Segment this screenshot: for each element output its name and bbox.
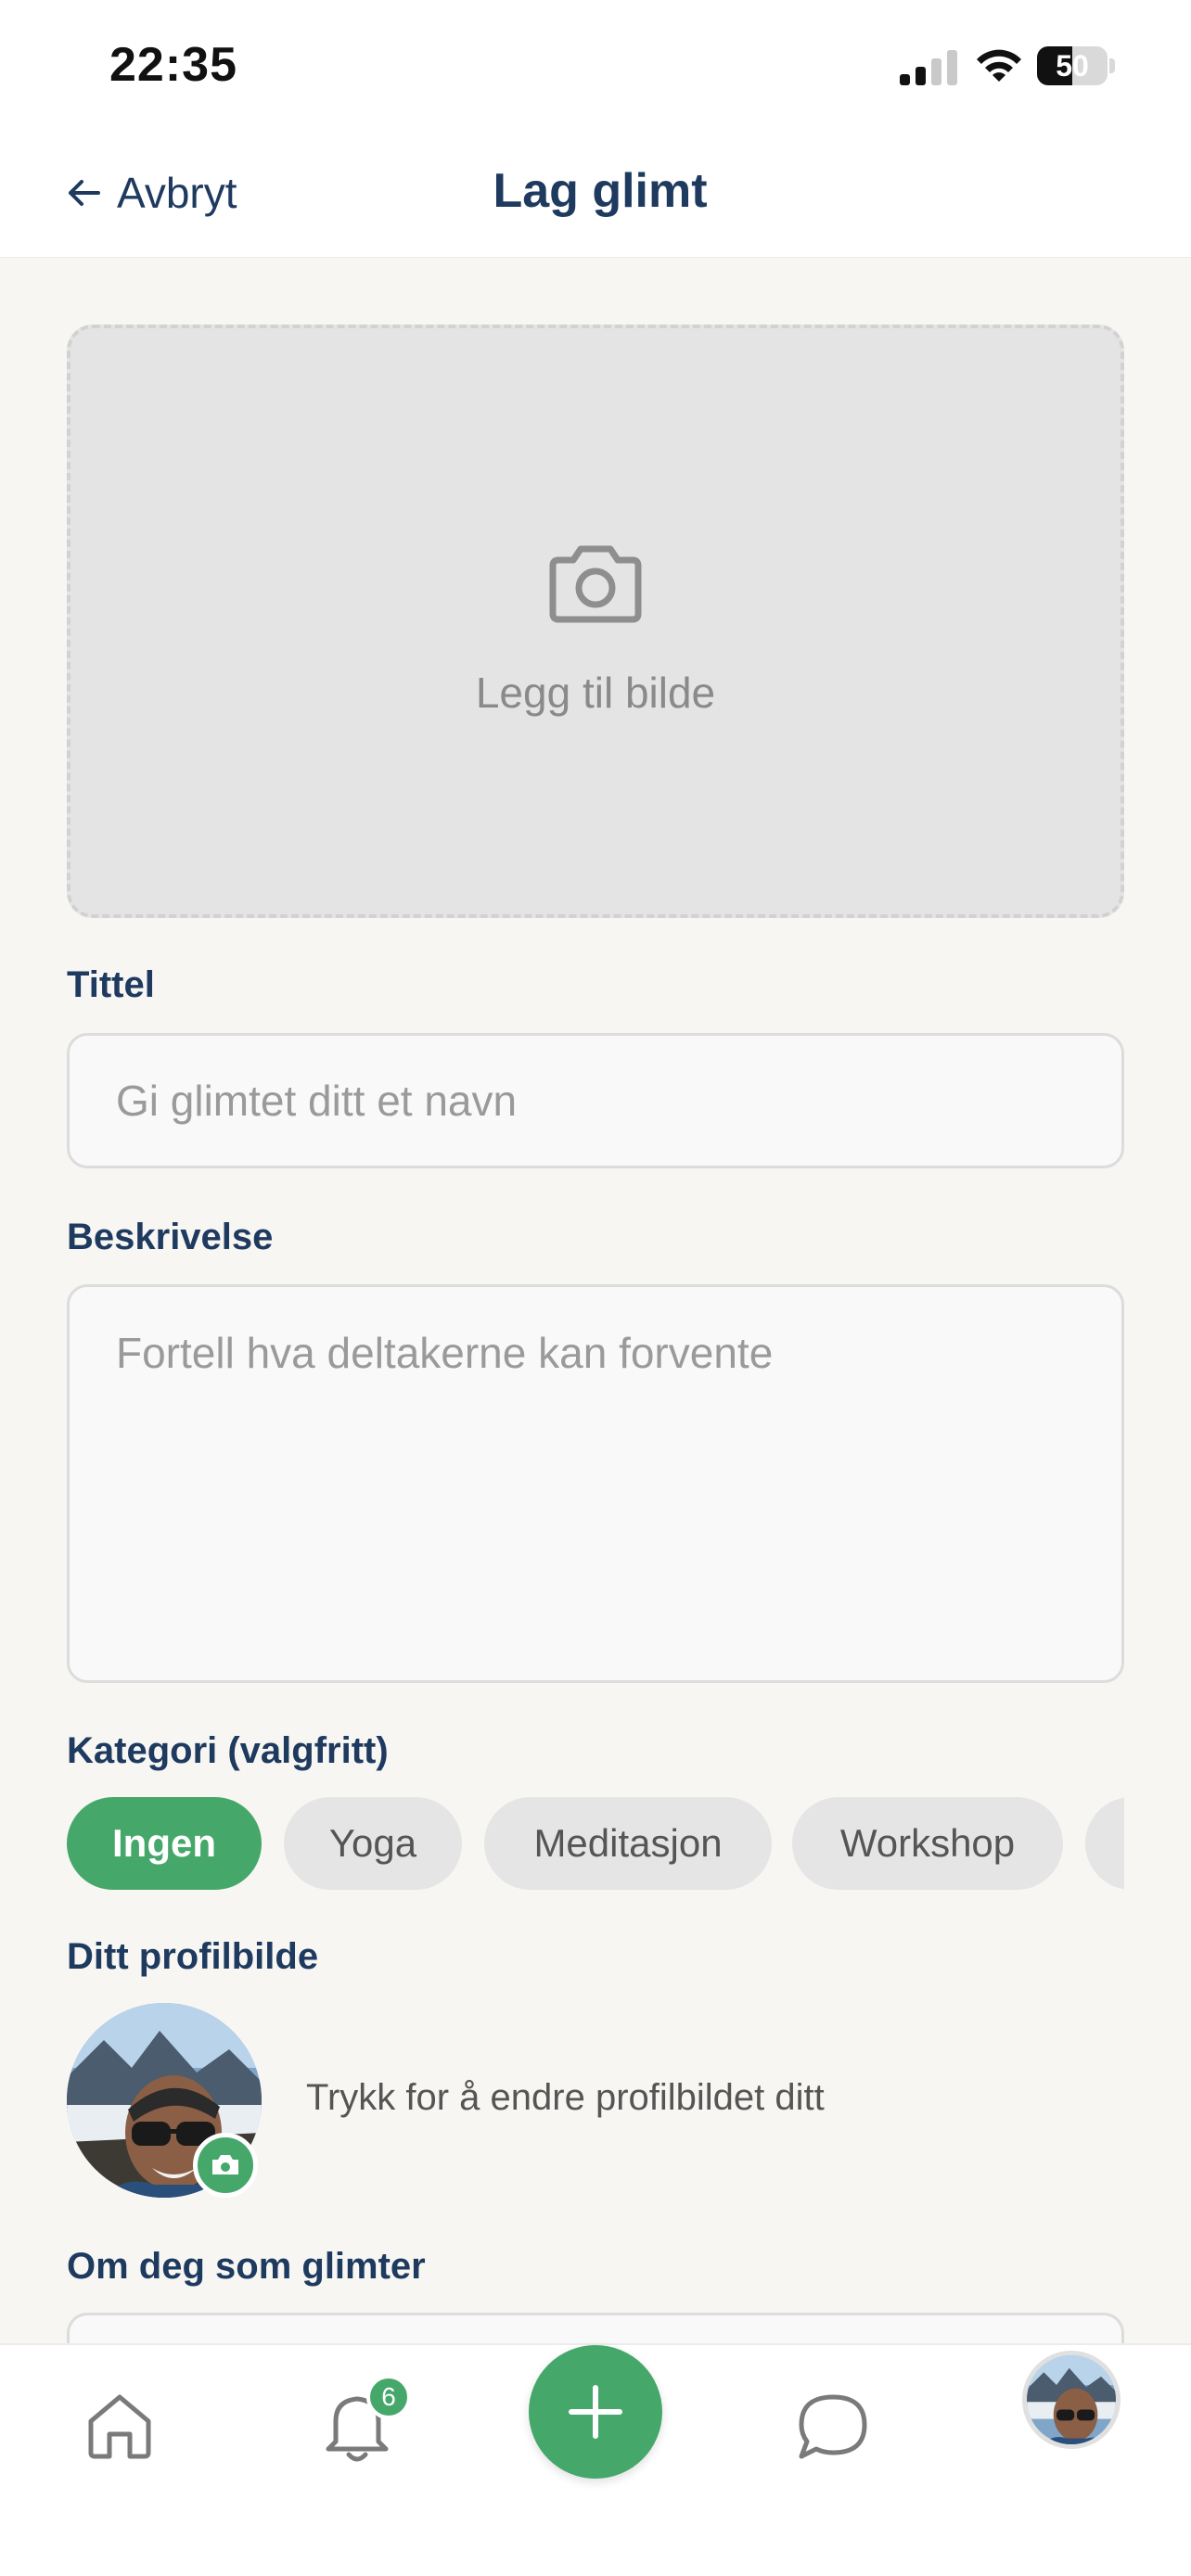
top-header: Avbryt Lag glimt bbox=[0, 130, 1191, 258]
title-input[interactable] bbox=[67, 1033, 1124, 1168]
plus-icon bbox=[569, 2385, 622, 2439]
status-bar: 22:35 50 bbox=[0, 0, 1191, 130]
category-chip-workshop[interactable]: Workshop bbox=[792, 1797, 1063, 1890]
description-input[interactable] bbox=[67, 1284, 1124, 1683]
battery-icon: 50 bbox=[1037, 46, 1108, 85]
title-label: Tittel bbox=[67, 964, 155, 1005]
category-chip-meditasjon[interactable]: Meditasjon bbox=[484, 1797, 772, 1890]
category-chip-more[interactable] bbox=[1085, 1797, 1124, 1890]
wifi-icon bbox=[977, 49, 1021, 82]
profile-picture-label: Ditt profilbilde bbox=[67, 1936, 319, 1977]
add-image-label: Legg til bilde bbox=[475, 669, 716, 717]
about-label: Om deg som glimter bbox=[67, 2246, 426, 2287]
category-label: Kategori (valgfritt) bbox=[67, 1730, 389, 1771]
profile-tab-avatar[interactable] bbox=[1022, 2351, 1121, 2449]
camera-badge-icon bbox=[212, 2155, 238, 2174]
cellular-signal-icon bbox=[900, 50, 957, 85]
home-icon[interactable] bbox=[85, 2391, 154, 2460]
status-time: 22:35 bbox=[109, 38, 237, 92]
notification-badge: 6 bbox=[366, 2375, 411, 2419]
battery-indicator: 50 bbox=[1037, 46, 1115, 85]
camera-icon bbox=[549, 545, 642, 623]
category-chips: Ingen Yoga Meditasjon Workshop bbox=[67, 1797, 1124, 1890]
description-label: Beskrivelse bbox=[67, 1217, 274, 1257]
profile-picture-hint[interactable]: Trykk for å endre profilbildet ditt bbox=[306, 2077, 825, 2119]
battery-cap bbox=[1109, 58, 1115, 73]
create-glimt-screen: 22:35 50 Avbryt Lag glimt Legg til bilde… bbox=[0, 0, 1191, 2576]
chat-icon[interactable] bbox=[796, 2391, 870, 2462]
change-photo-badge[interactable] bbox=[193, 2133, 258, 2198]
category-chip-ingen[interactable]: Ingen bbox=[67, 1797, 262, 1890]
create-button[interactable] bbox=[529, 2345, 662, 2479]
page-title: Lag glimt bbox=[493, 164, 708, 218]
category-chip-yoga[interactable]: Yoga bbox=[284, 1797, 462, 1890]
bottom-navigation: 6 bbox=[0, 2343, 1191, 2576]
add-image-button[interactable]: Legg til bilde bbox=[67, 325, 1124, 918]
battery-percent: 50 bbox=[1056, 49, 1089, 83]
avatar bbox=[1027, 2355, 1116, 2444]
